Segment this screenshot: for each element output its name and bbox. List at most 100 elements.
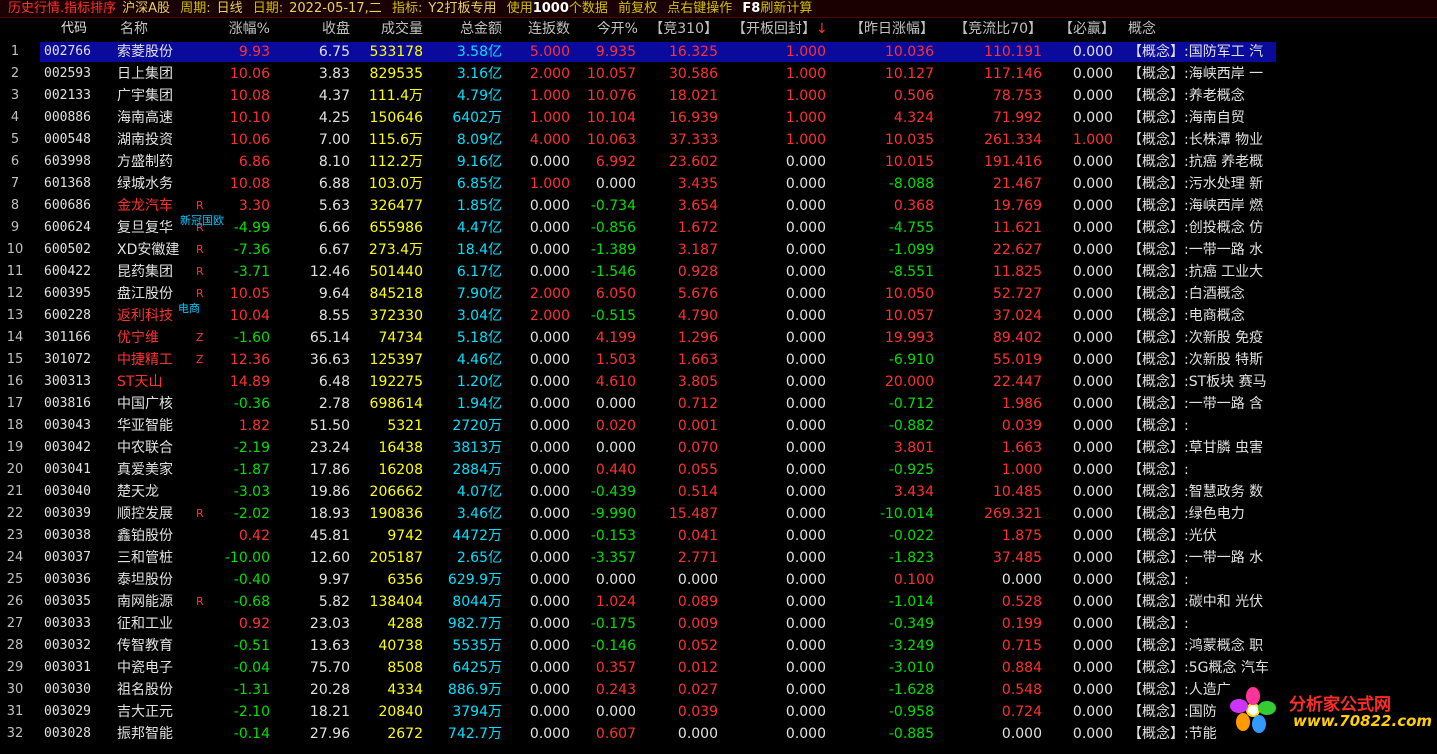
stock-name: XD安徽建 <box>117 242 180 258</box>
col-header-volume[interactable]: 成交量 <box>355 18 423 40</box>
cell-biying: 0.000 <box>1072 726 1113 742</box>
cell-kbhf: 1.000 <box>785 110 826 126</box>
table-row[interactable]: 1 002766 索菱股份 9.93 5.000 9.935 16.325 1.000 10.0… <box>0 41 1437 63</box>
table-row[interactable]: 16 300313 ST天山 14.89 0.000 4.610 3.805 0.000 20.… <box>0 371 1437 393</box>
col-header-close[interactable]: 收盘 <box>285 18 350 40</box>
table-row[interactable]: 5 000548 湖南投资 10.06 4.000 10.063 37.333 1.000 10… <box>0 129 1437 151</box>
table-row[interactable]: 32 003028 振邦智能 -0.14 0.000 0.607 0.000 0.000 -0.… <box>0 723 1437 745</box>
cell-biying: 0.000 <box>1072 352 1113 368</box>
stock-name: 顺控发展 <box>117 506 173 522</box>
stock-code: 003032 <box>44 638 91 653</box>
cell-jlb: 0.884 <box>1001 660 1042 676</box>
row-index: 11 <box>6 264 24 279</box>
table-row[interactable]: 18 003043 华亚智能 1.82 0.000 0.020 0.001 0.000 -0.8… <box>0 415 1437 437</box>
amount-value: 9.16 <box>456 154 488 170</box>
table-row[interactable]: 25 003036 泰坦股份 -0.40 0.000 0.000 0.000 0.000 0.1… <box>0 569 1437 591</box>
cell-amount: 9.16亿 <box>430 151 502 173</box>
cell-jlb: 0.000 <box>1001 572 1042 588</box>
cell-volume: 845218 <box>369 286 423 302</box>
cell-zrzf: 3.801 <box>893 440 934 456</box>
cell-jlb: 117.146 <box>984 66 1042 82</box>
date-value[interactable]: 2022-05-17,二 <box>289 1 382 16</box>
table-row[interactable]: 17 003816 中国广核 -0.36 0.000 0.000 0.712 0.000 -0.… <box>0 393 1437 415</box>
table-row[interactable]: 4 000886 海南高速 10.10 1.000 10.104 16.939 1.000 4.… <box>0 107 1437 129</box>
amount-unit: 万 <box>488 462 502 478</box>
sort-desc-icon[interactable]: ↓ <box>816 18 828 40</box>
amount-unit: 亿 <box>488 484 502 500</box>
table-row[interactable]: 23 003038 鑫铂股份 0.42 0.000 -0.153 0.041 0.000 -0.… <box>0 525 1437 547</box>
period-value[interactable]: 日线 <box>217 1 243 16</box>
market-label[interactable]: 沪深A股 <box>122 1 170 16</box>
table-row[interactable]: 29 003031 中瓷电子 -0.04 0.000 0.357 0.012 0.000 -3.… <box>0 657 1437 679</box>
table-row[interactable]: 28 003032 传智教育 -0.51 0.000 -0.146 0.052 0.000 -3… <box>0 635 1437 657</box>
col-header-name[interactable]: 名称 <box>120 18 180 40</box>
amount-unit: 亿 <box>488 88 502 104</box>
col-header-biying[interactable]: 【必赢】 <box>1045 18 1115 40</box>
table-row[interactable]: 2 002593 日上集团 10.06 2.000 10.057 30.586 1.000 10… <box>0 63 1437 85</box>
table-row[interactable]: 6 603998 方盛制药 6.86 0.000 6.992 23.602 0.000 10.0… <box>0 151 1437 173</box>
cell-gainian: 【概念】:一带一路 含 <box>1128 396 1264 412</box>
table-row[interactable]: 12 600395 盘江股份 R 10.05 2.000 6.050 5.676 0.000 10… <box>0 283 1437 305</box>
refresh-hint: 刷新计算 <box>760 1 813 16</box>
adjust-mode[interactable]: 前复权 <box>618 1 657 16</box>
indicator-value[interactable]: Y2打板专用 <box>428 1 496 16</box>
table-row[interactable]: 27 003033 征和工业 0.92 0.000 -0.175 0.009 0.000 -0.… <box>0 613 1437 635</box>
table-row[interactable]: 7 601368 绿城水务 10.08 1.000 0.000 3.435 0.000 -8.0… <box>0 173 1437 195</box>
col-header-open[interactable]: 今开% <box>578 18 638 40</box>
col-header-kbhf[interactable]: 【开板回封】 <box>722 18 816 40</box>
table-row[interactable]: 9 600624 复旦复华 R 新冠国欧 -4.99 0.000 -0.856 1.672 0.0… <box>0 215 1437 239</box>
cell-amount: 2884万 <box>430 459 502 481</box>
cell-kbhf: 0.000 <box>785 572 826 588</box>
table-row[interactable]: 22 003039 顺控发展 R -2.02 0.000 -9.990 15.487 0.000… <box>0 503 1437 525</box>
cell-kbhf: 0.000 <box>785 374 826 390</box>
cell-gainian: 【概念】:抗癌 养老概 <box>1128 154 1264 170</box>
amount-value: 982.7 <box>447 616 488 632</box>
cell-biying: 0.000 <box>1072 528 1113 544</box>
table-row[interactable]: 14 301166 优宁维 Z -1.60 0.000 4.199 1.296 0.000 19.… <box>0 327 1437 349</box>
table-row[interactable]: 31 003029 吉大正元 -2.10 0.000 0.000 0.039 0.000 -0.… <box>0 701 1437 723</box>
cell-open: 1.503 <box>595 352 636 368</box>
cell-zrzf: -10.014 <box>879 506 934 522</box>
table-row[interactable]: 3 002133 广宇集团 10.08 1.000 10.076 18.021 1.000 0.… <box>0 85 1437 107</box>
cell-pct: 10.08 <box>229 88 270 104</box>
cell-amount: 8.09亿 <box>430 129 502 151</box>
cell-gainian: 【概念】:一带一路 水 <box>1128 550 1264 566</box>
cell-zrzf: -1.823 <box>888 550 934 566</box>
table-row[interactable]: 30 003030 祖名股份 -1.31 0.000 0.243 0.027 0.000 -1.… <box>0 679 1437 701</box>
table-row[interactable]: 11 600422 昆药集团 R -3.71 0.000 -1.546 0.928 0.000-… <box>0 261 1437 283</box>
cell-zrzf: -0.349 <box>888 616 934 632</box>
table-row[interactable]: 21 003040 楚天龙 -3.03 0.000 -0.439 0.514 0.000 3.4… <box>0 481 1437 503</box>
col-header-amount[interactable]: 总金额 <box>430 18 502 40</box>
table-row[interactable]: 15 301072 中捷精工 Z 12.36 0.000 1.503 1.663 0.000 -6… <box>0 349 1437 371</box>
stock-code: 002766 <box>44 44 91 59</box>
cell-kbhf: 0.000 <box>785 352 826 368</box>
cell-amount: 3794万 <box>430 701 502 723</box>
table-row[interactable]: 24 003037 三和管桩 -10.00 0.000 -3.357 2.771 0.000 -… <box>0 547 1437 569</box>
table-row[interactable]: 20 003041 真爱美家 -1.87 0.000 0.440 0.055 0.000 -0.… <box>0 459 1437 481</box>
cell-lb: 0.000 <box>529 594 570 610</box>
col-header-jing310[interactable]: 【竞310】 <box>645 18 718 40</box>
cell-volume: 190836 <box>369 506 423 522</box>
col-header-jlb[interactable]: 【竞流比70】 <box>942 18 1042 40</box>
cell-biying: 0.000 <box>1072 660 1113 676</box>
amount-value: 1.94 <box>456 396 488 412</box>
cell-zrzf: -0.712 <box>888 396 934 412</box>
cell-zrzf: 10.057 <box>885 308 934 324</box>
table-row[interactable]: 13 600228 返利科技 电商 10.04 2.000 -0.515 4.790 0.000… <box>0 303 1437 327</box>
cell-close: 6.88 <box>318 176 350 192</box>
amount-unit: 万 <box>488 110 502 126</box>
cell-kbhf: 0.000 <box>785 484 826 500</box>
col-header-gainian[interactable]: 概念 <box>1128 18 1188 40</box>
col-header-zrzf[interactable]: 【昨日涨幅】 <box>836 18 934 40</box>
table-row[interactable]: 19 003042 中农联合 -2.19 0.000 0.000 0.070 0.000 3.8… <box>0 437 1437 459</box>
table-row[interactable]: 10 600502 XD安徽建 R -7.36 0.000 -1.389 3.187 0.000… <box>0 239 1437 261</box>
col-header-pct[interactable]: 涨幅% <box>208 18 270 40</box>
cell-jlb: 0.724 <box>1001 704 1042 720</box>
col-header-code[interactable]: 代码 <box>44 18 104 40</box>
cell-lb: 0.000 <box>529 264 570 280</box>
cell-lb: 0.000 <box>529 550 570 566</box>
table-row[interactable]: 26 003035 南网能源 R -0.68 0.000 1.024 0.089 0.000 -1… <box>0 591 1437 613</box>
mode-label[interactable]: 历史行情.指标排序 <box>8 1 116 16</box>
col-header-lianban[interactable]: 连扳数 <box>508 18 570 40</box>
cell-biying: 0.000 <box>1072 176 1113 192</box>
